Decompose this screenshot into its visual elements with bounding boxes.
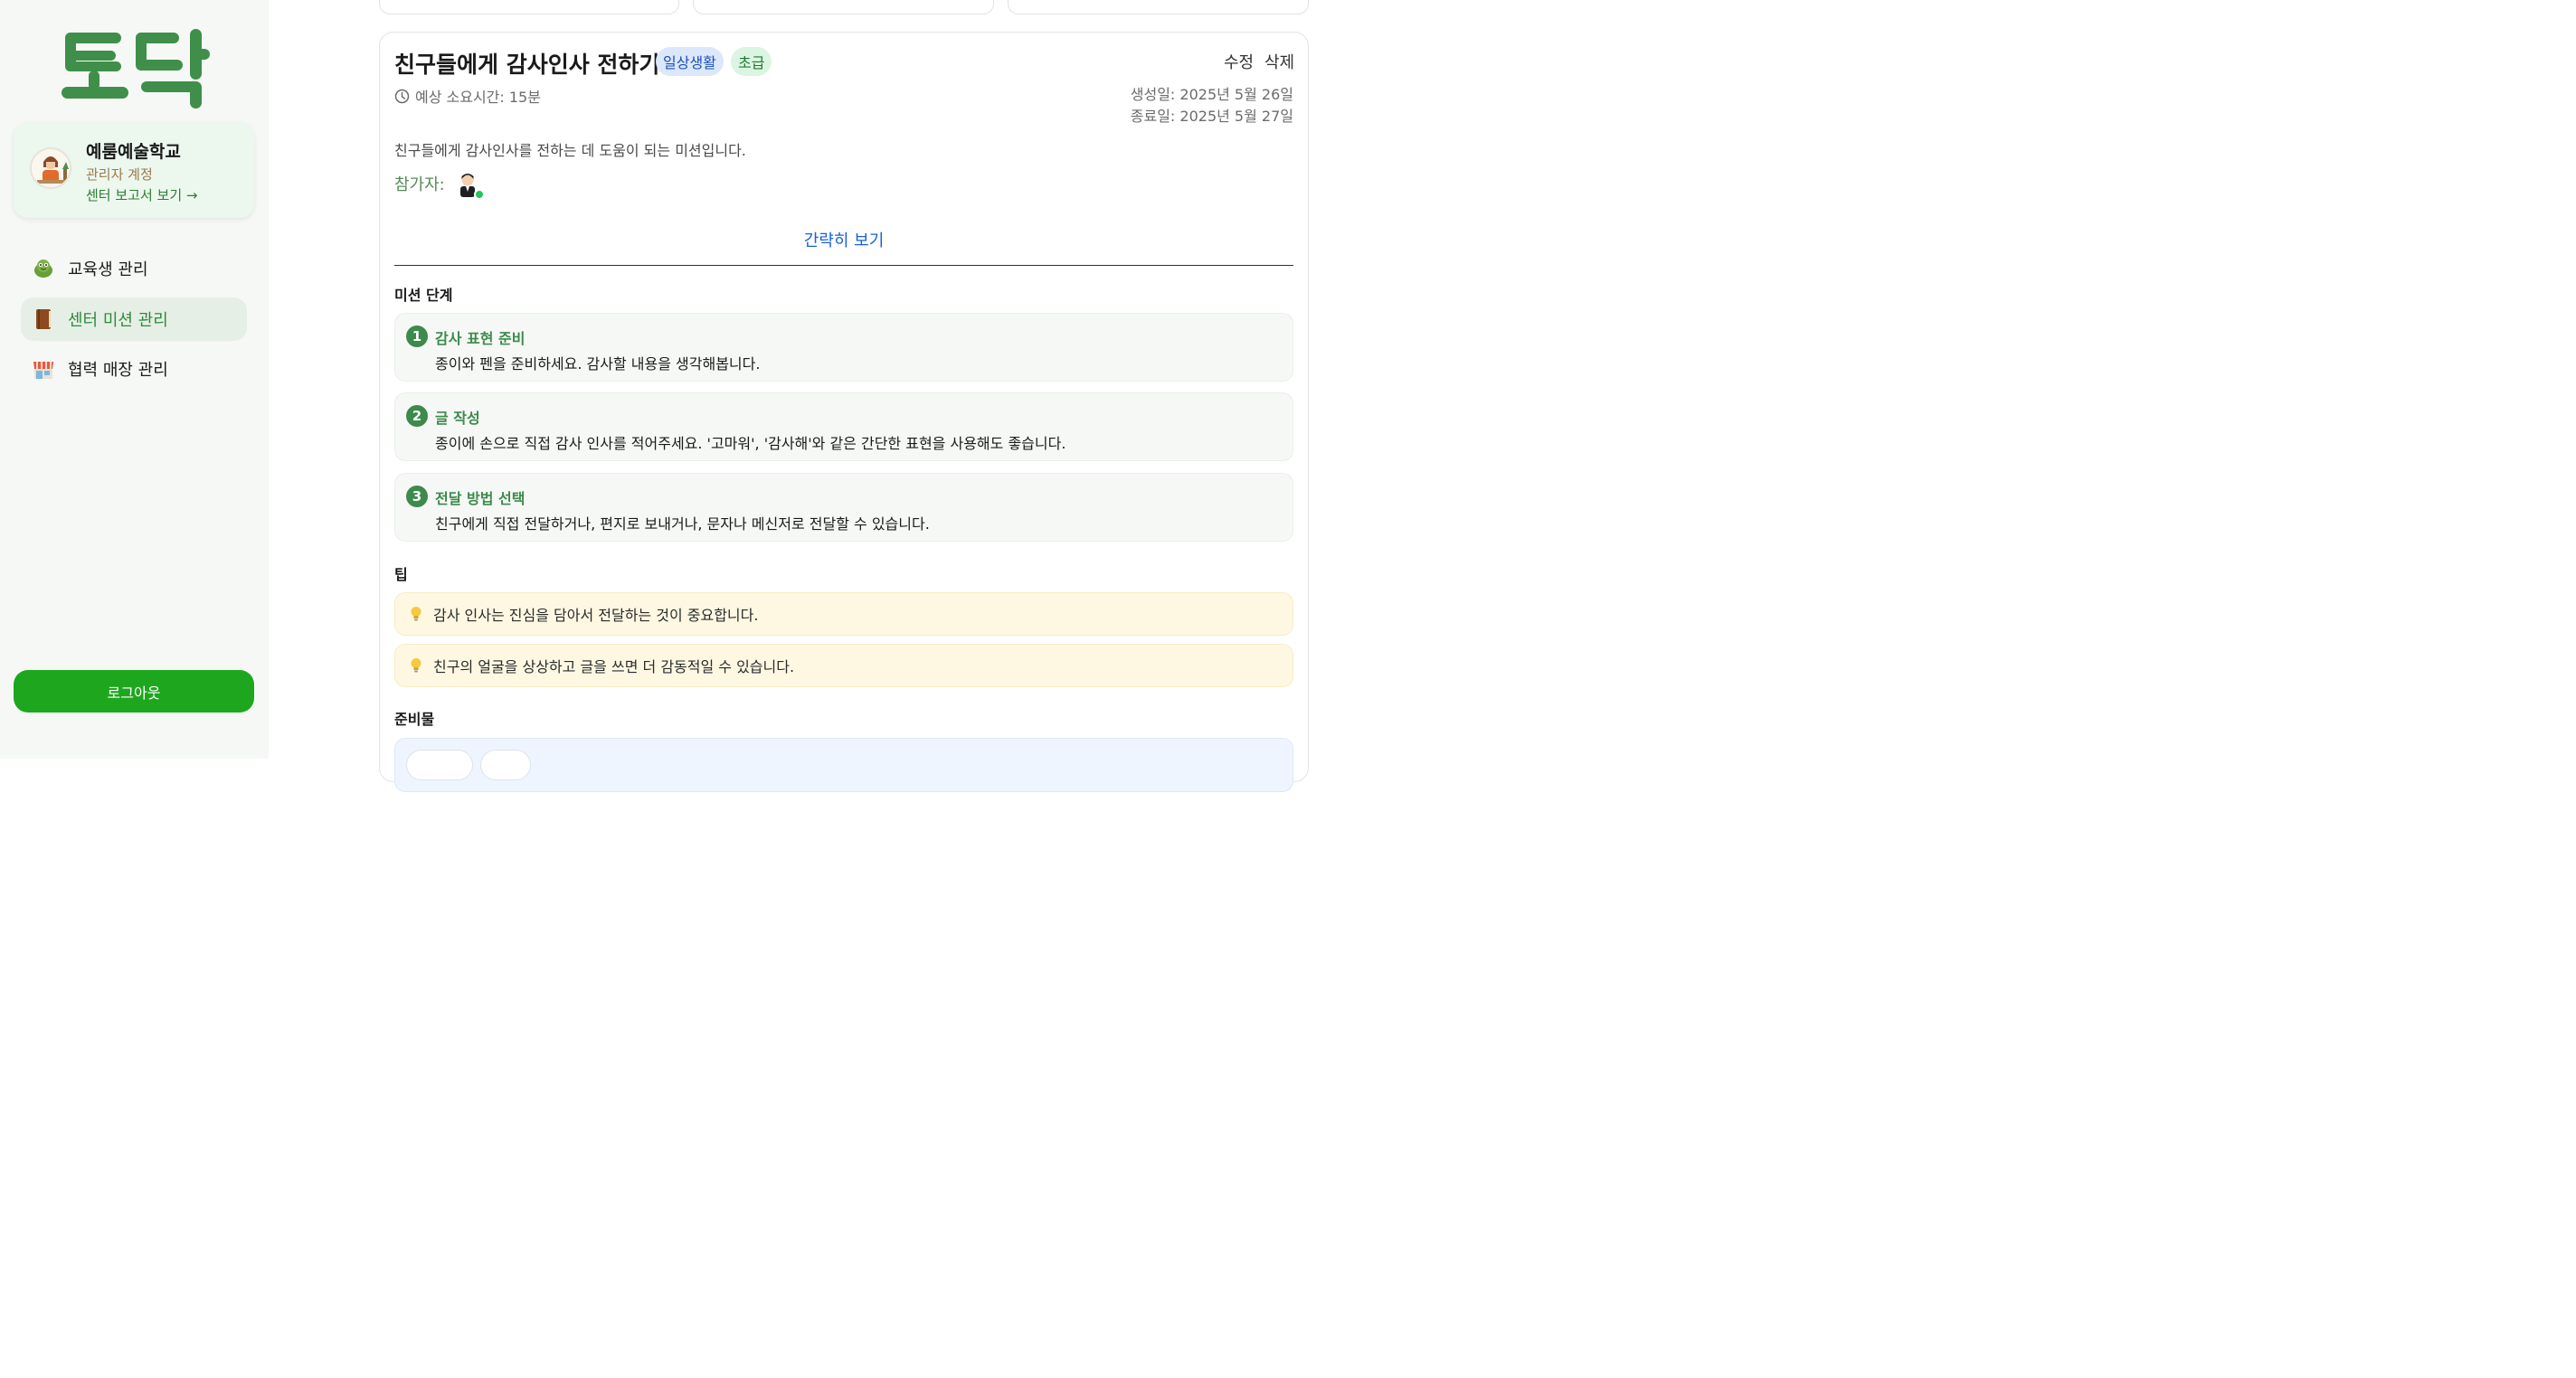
nav-item-partner-store-management[interactable]: 협력 매장 관리: [21, 347, 247, 391]
mission-detail-card: 친구들에게 감사인사 전하기 일상생활 초급 수정 삭제 예상 소요시간: 15…: [379, 32, 1309, 792]
materials-list: [394, 738, 1293, 792]
end-date: 종료일: 2025년 5월 27일: [1130, 108, 1293, 125]
material-chip: [480, 750, 531, 780]
account-role: 관리자 계정: [86, 166, 153, 183]
lightbulb-icon: [411, 658, 421, 673]
tip-item: 친구의 얼굴을 상상하고 글을 쓰면 더 감동적일 수 있습니다.: [394, 644, 1293, 687]
nav-item-center-mission-management[interactable]: 센터 미션 관리: [21, 297, 247, 341]
nav-item-trainee-management[interactable]: 교육생 관리: [21, 247, 247, 290]
sidebar: 예룸예술학교 관리자 계정 센터 보고서 보기 → 교육생 관리 센터 미션 관…: [0, 0, 269, 759]
delete-button[interactable]: 삭제: [1264, 50, 1294, 73]
book-icon: [36, 309, 51, 329]
summary-card: [1008, 0, 1309, 14]
step-number: 2: [406, 405, 428, 427]
summary-card: [693, 0, 994, 14]
nav-label: 협력 매장 관리: [68, 361, 168, 380]
avatar: [30, 147, 71, 189]
logout-button[interactable]: 로그아웃: [14, 670, 254, 713]
mission-description: 친구들에게 감사인사를 전하는 데 도움이 되는 미션입니다.: [394, 142, 746, 159]
tip-text: 감사 인사는 진심을 담아서 전달하는 것이 중요합니다.: [433, 607, 759, 624]
duration-text: 예상 소요시간: 15분: [415, 89, 541, 106]
created-date: 생성일: 2025년 5월 26일: [1130, 86, 1293, 103]
step-description: 종이에 손으로 직접 감사 인사를 적어주세요. '고마워', '감사해'와 같…: [435, 435, 1066, 452]
participant-avatar[interactable]: [454, 170, 485, 200]
estimated-duration: 예상 소요시간: 15분: [394, 85, 541, 107]
summary-card: [379, 0, 679, 14]
mission-step: 2 글 작성 종이에 손으로 직접 감사 인사를 적어주세요. '고마워', '…: [394, 392, 1293, 461]
edit-button[interactable]: 수정: [1224, 50, 1254, 73]
step-title: 전달 방법 선택: [435, 490, 526, 507]
participants: 참가자:: [394, 170, 485, 200]
steps-section-title: 미션 단계: [394, 287, 453, 304]
mission-step: 1 감사 표현 준비 종이와 펜을 준비하세요. 감사할 내용을 생각해봅니다.: [394, 313, 1293, 382]
step-number: 1: [406, 326, 428, 347]
category-badge: 일상생활: [656, 47, 724, 76]
collapse-view-link[interactable]: 간략히 보기: [380, 228, 1308, 251]
materials-section-title: 준비물: [394, 711, 435, 728]
step-description: 종이와 펜을 준비하세요. 감사할 내용을 생각해봅니다.: [435, 355, 761, 373]
school-name: 예룸예술학교: [86, 142, 181, 162]
divider: [394, 265, 1293, 266]
clock-icon: [394, 89, 410, 103]
online-status-dot: [473, 189, 485, 200]
step-number: 3: [406, 486, 428, 507]
todak-logo[interactable]: [56, 27, 212, 110]
mission-step: 3 전달 방법 선택 친구에게 직접 전달하거나, 편지로 보내거나, 문자나 …: [394, 473, 1293, 542]
nav-label: 교육생 관리: [68, 260, 148, 279]
tip-item: 감사 인사는 진심을 담아서 전달하는 것이 중요합니다.: [394, 592, 1293, 636]
turtle-icon: [34, 260, 52, 278]
step-title: 글 작성: [435, 410, 480, 427]
step-description: 친구에게 직접 전달하거나, 편지로 보내거나, 문자나 메신저로 전달할 수 …: [435, 515, 930, 533]
material-chip: [406, 750, 473, 780]
profile-card: 예룸예술학교 관리자 계정 센터 보고서 보기 →: [14, 122, 254, 218]
step-title: 감사 표현 준비: [435, 330, 526, 347]
center-report-link[interactable]: 센터 보고서 보기 →: [86, 185, 197, 204]
store-icon: [33, 362, 53, 379]
level-badge: 초급: [731, 47, 772, 76]
tips-section-title: 팁: [394, 566, 408, 583]
tip-text: 친구의 얼굴을 상상하고 글을 쓰면 더 감동적일 수 있습니다.: [433, 658, 795, 675]
lightbulb-icon: [411, 607, 421, 621]
mission-title: 친구들에게 감사인사 전하기: [394, 52, 660, 78]
participants-label: 참가자:: [394, 175, 445, 194]
nav-label: 센터 미션 관리: [68, 311, 168, 330]
mission-dates: 생성일: 2025년 5월 26일 종료일: 2025년 5월 27일: [1131, 84, 1293, 127]
